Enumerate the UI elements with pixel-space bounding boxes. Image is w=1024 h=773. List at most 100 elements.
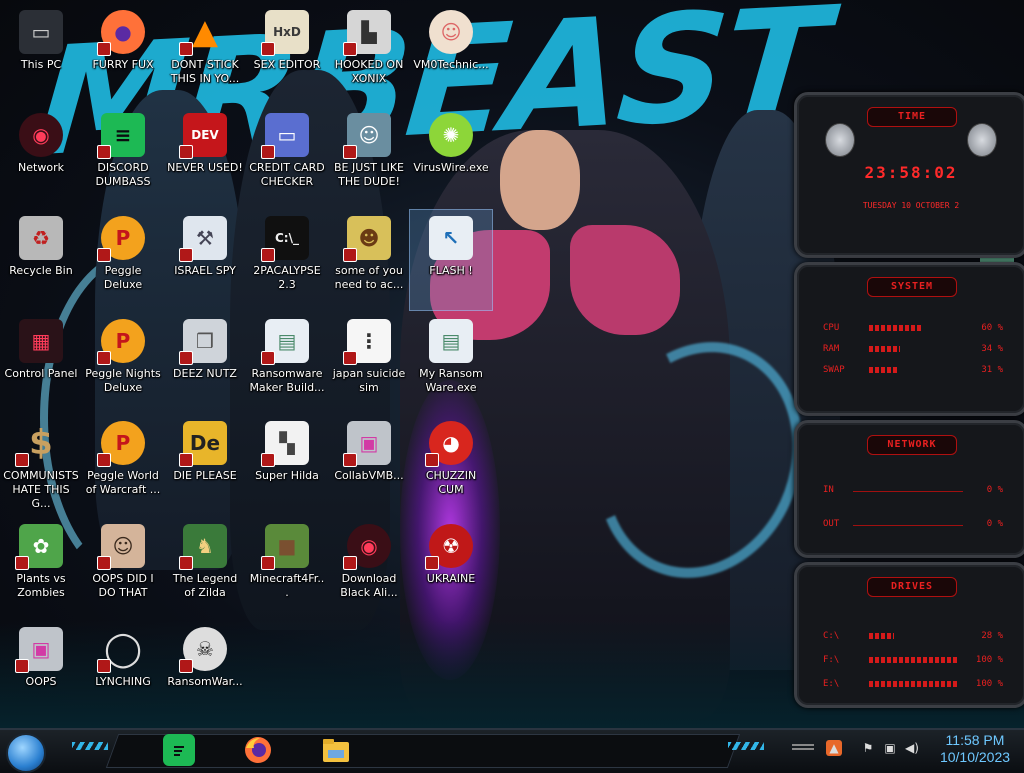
desktop-icon-label: BE JUST LIKE THE DUDE! — [333, 161, 405, 188]
desktop-icon[interactable]: ◯ LYNCHING — [82, 621, 164, 721]
taskbar-time: 11:58 PM — [945, 732, 1005, 748]
shortcut-overlay-icon — [179, 42, 193, 56]
shortcut-overlay-icon — [179, 248, 193, 262]
desktop-icon-label: This PC — [20, 58, 62, 71]
shortcut-overlay-icon — [97, 248, 111, 262]
drives-gadget-title: DRIVES — [867, 577, 957, 597]
desktop-icon[interactable]: C:\_ 2PACALYPSE 2.3 — [246, 210, 328, 310]
desktop-icon[interactable]: ▙ HOOKED ON XONIX — [328, 4, 410, 104]
network-row-label: IN — [823, 485, 834, 495]
desktop-icon[interactable]: ▲ DONT STICK THIS IN YO... — [164, 4, 246, 104]
peggle-icon: P — [97, 216, 145, 262]
shortcut-overlay-icon — [343, 453, 357, 467]
desktop-icon[interactable]: ▭ CREDIT CARD CHECKER — [246, 107, 328, 207]
start-button[interactable] — [6, 733, 46, 773]
desktop-icon[interactable]: ▤ My Ransom Ware.exe — [410, 313, 492, 413]
shortcut-overlay-icon — [343, 556, 357, 570]
desktop-icon[interactable]: ▦ Control Panel — [0, 313, 82, 413]
system-row-value: 31 % — [981, 365, 1003, 375]
shortcut-overlay-icon — [97, 453, 111, 467]
desktop-icon[interactable]: ≡ DISCORD DUMBASS — [82, 107, 164, 207]
shortcut-overlay-icon — [425, 453, 439, 467]
drives-usage-bar — [869, 681, 959, 687]
desktop-icon-label: DIE PLEASE — [173, 469, 237, 482]
drives-gadget[interactable]: DRIVES C:\ 28 % F:\ 100 % E:\ 100 % — [794, 562, 1024, 708]
desktop-icon[interactable]: ■ Minecraft4Fr... — [246, 518, 328, 618]
firefox-icon — [245, 737, 271, 763]
desktop-icon-label: some of you need to ac... — [334, 264, 404, 291]
desktop-icon-label: ISRAEL SPY — [174, 264, 236, 277]
desktop-icon[interactable]: ● FURRY FUX — [82, 4, 164, 104]
app-window-icon: ▤ — [261, 319, 309, 365]
system-gadget[interactable]: SYSTEM CPU 60 % RAM 34 % SWAP 31 % — [794, 262, 1024, 416]
desktop-icon[interactable]: P Peggle Nights Deluxe — [82, 313, 164, 413]
desktop-icon[interactable]: ☠ RansomWar... — [164, 621, 246, 721]
desktop-icon[interactable]: ❒ DEEZ NUTZ — [164, 313, 246, 413]
network-gadget[interactable]: NETWORK IN 0 % OUT 0 % — [794, 420, 1024, 558]
desktop-icon[interactable]: ✺ VirusWire.exe — [410, 107, 492, 207]
network-gadget-title: NETWORK — [867, 435, 957, 455]
desktop-icon[interactable]: DEV NEVER USED! — [164, 107, 246, 207]
app-tray-icon[interactable]: ▲ — [826, 740, 842, 756]
shortcut-overlay-icon — [97, 42, 111, 56]
desktop-icon[interactable]: ⋮ japan suicide sim — [328, 313, 410, 413]
desktop-icon[interactable]: ▤ Ransomware Maker Build... — [246, 313, 328, 413]
desktop-icon[interactable]: P Peggle World of Warcraft ... — [82, 415, 164, 515]
desktop-icon[interactable]: ✿ Plants vs Zombies — [0, 518, 82, 618]
desktop-icon[interactable]: ▚ Super Hilda — [246, 415, 328, 515]
desktop-icon[interactable]: ☺ BE JUST LIKE THE DUDE! — [328, 107, 410, 207]
desktop-icon[interactable]: ♻ Recycle Bin — [0, 210, 82, 310]
desktop-icon[interactable]: ☢ UKRAINE — [410, 518, 492, 618]
desktop-icon[interactable]: ▣ CollabVMB... — [328, 415, 410, 515]
file-explorer-taskbar-button[interactable] — [320, 734, 352, 766]
money-bag-icon: $ — [15, 421, 63, 467]
desktop-icon[interactable]: ♞ The Legend of Zilda — [164, 518, 246, 618]
taskbar-app-plate — [105, 734, 741, 768]
desktop-icon[interactable]: ◉ Download Black Ali... — [328, 518, 410, 618]
desktop-icon-label: My Ransom Ware.exe — [419, 367, 483, 394]
alien-head-icon — [967, 123, 997, 157]
show-hidden-icons-button[interactable] — [792, 742, 814, 750]
wallpaper-fur-collar-right — [570, 225, 680, 335]
drives-row-value: 100 % — [975, 679, 1003, 689]
desktop-icon[interactable]: De DIE PLEASE — [164, 415, 246, 515]
desktop-icon[interactable]: ◕ CHUZZIN CUM — [410, 415, 492, 515]
shortcut-overlay-icon — [97, 145, 111, 159]
desktop-icon[interactable]: ◉ Network — [0, 107, 82, 207]
desktop-icon-label: FLASH ! — [429, 264, 473, 277]
monitor-icon: ▣ — [343, 421, 391, 467]
desktop-icon[interactable]: ▣ OOPS — [0, 621, 82, 721]
flag-tray-icon[interactable]: ⚑ — [860, 740, 876, 756]
desktop-icon[interactable]: ↖ FLASH ! — [409, 209, 493, 311]
drives-usage-bar — [869, 657, 959, 663]
xonix-icon: ▙ — [343, 10, 391, 56]
hxd-icon: HxD — [261, 10, 309, 56]
desktop-icon[interactable]: $ COMMUNISTS HATE THIS G... — [0, 415, 82, 515]
system-row-value: 34 % — [981, 344, 1003, 354]
desktop-icon[interactable]: ☻ some of you need to ac... — [328, 210, 410, 310]
desktop-icon[interactable]: HxD SEX EDITOR — [246, 4, 328, 104]
network-activity-line — [853, 525, 963, 526]
desktop-icon[interactable]: ▭ This PC — [0, 4, 82, 104]
terminal-icon: C:\_ — [261, 216, 309, 262]
taskbar-clock[interactable]: 11:58 PM 10/10/2023 — [930, 732, 1020, 766]
desktop-icon[interactable]: ⚒ ISRAEL SPY — [164, 210, 246, 310]
shortcut-overlay-icon — [343, 42, 357, 56]
wallpaper-figure-head — [500, 130, 580, 230]
desktop-icon[interactable]: ☺ VM0Technic... — [410, 4, 492, 104]
network-row-value: 0 % — [986, 485, 1003, 495]
flash-cursor-icon: ↖ — [429, 216, 473, 260]
volume-tray-icon[interactable]: ◀) — [904, 740, 920, 756]
desktop-icon[interactable]: P Peggle Deluxe — [82, 210, 164, 310]
desktop-icon[interactable]: ☺ OOPS DID I DO THAT — [82, 518, 164, 618]
shortcut-overlay-icon — [179, 659, 193, 673]
firefox-taskbar-button[interactable] — [242, 734, 274, 766]
monitor-icon: ▣ — [15, 627, 63, 673]
chat-app-taskbar-button[interactable] — [163, 734, 195, 766]
technician-icon: ☺ — [429, 10, 473, 54]
clock-gadget[interactable]: TIME 23:58:02 TUESDAY 10 OCTOBER 2 — [794, 92, 1024, 258]
desktop-icon-label: Peggle World of Warcraft ... — [85, 469, 161, 496]
computer-icon: ▭ — [19, 10, 63, 54]
shortcut-overlay-icon — [179, 145, 193, 159]
network-tray-icon[interactable]: ▣ — [882, 740, 898, 756]
